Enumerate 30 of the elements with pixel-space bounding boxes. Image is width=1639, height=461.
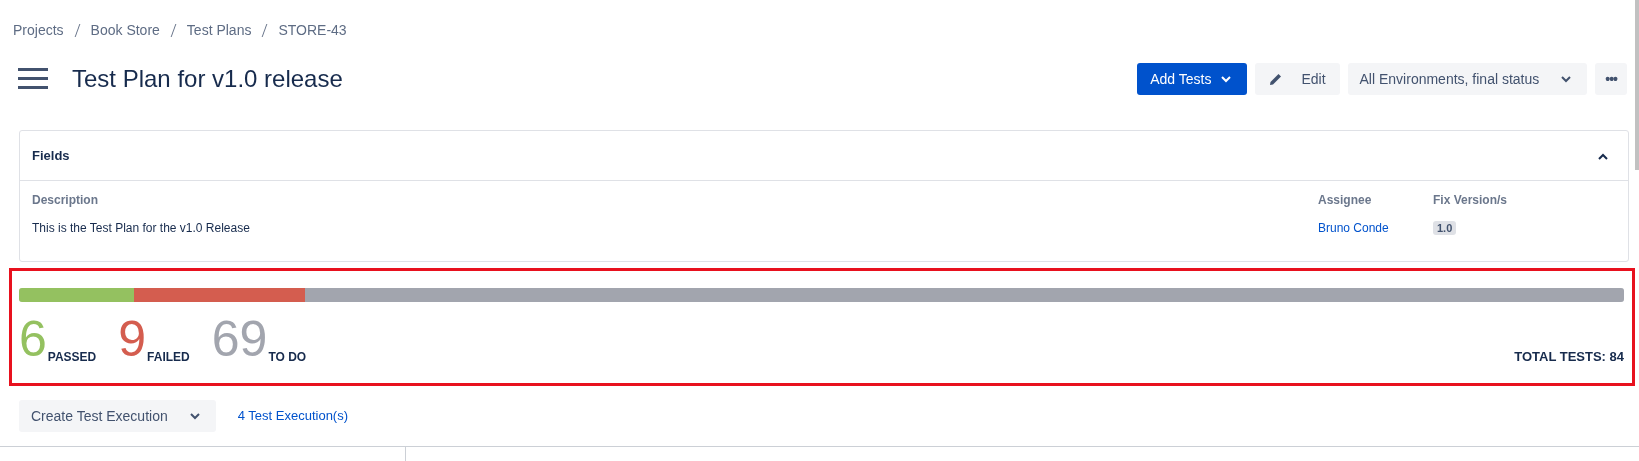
breadcrumb-link[interactable]: STORE-43 bbox=[278, 20, 347, 41]
status-count: 69 bbox=[211, 314, 268, 364]
add-tests-button[interactable]: Add Tests bbox=[1137, 63, 1248, 95]
version-tag: 1.0 bbox=[1433, 221, 1457, 235]
page-title: Test Plan for v1.0 release bbox=[72, 64, 343, 94]
status-label: TO DO bbox=[268, 350, 307, 364]
status-count: 6 bbox=[19, 314, 47, 364]
menu-icon[interactable] bbox=[18, 68, 48, 90]
description-text: This is the Test Plan for the v1.0 Release bbox=[32, 220, 251, 237]
pencil-icon bbox=[1269, 72, 1284, 86]
field-label: Description bbox=[32, 192, 99, 209]
status-label: FAILED bbox=[147, 350, 190, 364]
field-label: Assignee bbox=[1318, 192, 1373, 209]
status-count: 9 bbox=[118, 314, 147, 364]
create-execution-dropdown[interactable]: Create Test Execution bbox=[19, 400, 216, 432]
edit-button[interactable]: Edit bbox=[1255, 63, 1340, 95]
panel-title: Fields bbox=[32, 146, 70, 165]
status-label: PASSED bbox=[47, 350, 97, 364]
total-tests: TOTAL TESTS: 84 bbox=[1514, 349, 1624, 364]
breadcrumb-link[interactable]: Book Store bbox=[90, 20, 160, 41]
field-label: Fix Version/s bbox=[1433, 192, 1509, 209]
environment-dropdown[interactable]: All Environments, final status bbox=[1347, 63, 1588, 95]
scrollbar[interactable] bbox=[1635, 0, 1639, 170]
breadcrumb-link[interactable]: Projects bbox=[13, 20, 64, 41]
collapse-icon[interactable] bbox=[1598, 152, 1608, 160]
executions-link[interactable]: 4 Test Execution(s) bbox=[237, 406, 349, 426]
assignee-link[interactable]: Bruno Conde bbox=[1318, 221, 1389, 235]
breadcrumb-link[interactable]: Test Plans bbox=[186, 20, 252, 41]
more-button[interactable]: ••• bbox=[1595, 63, 1627, 95]
caret-icon bbox=[189, 412, 200, 420]
